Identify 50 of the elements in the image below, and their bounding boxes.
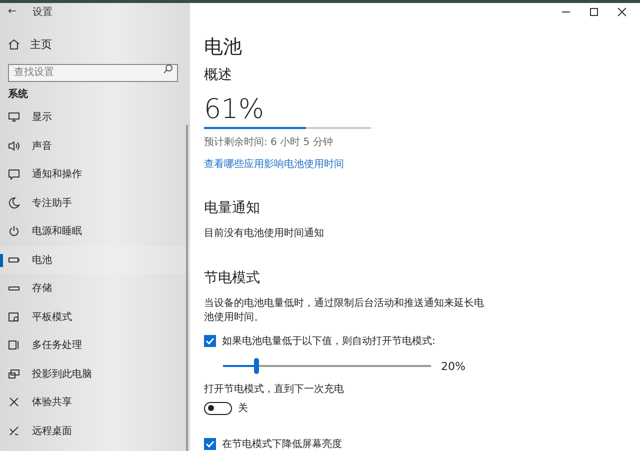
toggle-state: 关 [238,402,248,415]
toggle-switch[interactable] [204,402,232,414]
window-title: 设置 [32,6,52,18]
slider-value: 20% [441,360,466,372]
sidebar-item[interactable]: 存储 [0,274,190,302]
checkbox-label: 如果电池电量低于以下值，则自动打开节电模式: [222,334,436,348]
section-heading: 电量通知 [204,199,261,217]
toggle-label: 打开节电模式，直到下一次充电 [204,383,345,397]
sidebar-item[interactable]: 声音 [0,132,190,160]
notification-status: 目前没有电池使用时间通知 [204,227,325,241]
projection-icon [8,368,20,380]
saver-description: 当设备的电池电量低时，通过限制后台活动和推送通知来延长电池使用时间。 [204,297,485,325]
battery-usage-link[interactable]: 查看哪些应用影响电池使用时间 [204,157,344,171]
home-icon [8,38,20,50]
home-nav-item[interactable]: 主页 [0,34,190,54]
sidebar-item[interactable]: 通知和操作 [0,160,190,188]
search-icon [163,64,173,74]
close-icon [617,6,627,16]
section-heading: 系统 [7,88,29,102]
back-arrow[interactable]: ← [8,6,16,17]
sidebar-item[interactable]: 平板模式 [0,302,190,331]
remote-arrows-icon [8,424,20,437]
checkbox-label: 在节电模式下降低屏幕亮度 [222,438,342,451]
section-heading: 节电模式 [204,269,261,287]
speaker-icon [8,140,20,152]
threshold-slider[interactable] [223,358,431,374]
sidebar-item[interactable]: 投影到此电脑 [0,360,190,388]
moon-icon [8,196,20,209]
multitask-icon [8,339,20,352]
sidebar-item[interactable]: 电池 [0,246,190,274]
tablet-icon [8,310,20,323]
page-title: 电池 [204,35,243,58]
sidebar-item[interactable]: 多任务处理 [0,331,190,360]
maximize-icon [589,6,599,16]
checkbox[interactable] [204,335,216,347]
section-heading: 概述 [204,66,233,84]
sidebar-item[interactable]: 电源和睡眠 [0,217,190,246]
search-field[interactable]: 查找设置 [8,64,178,82]
sidebar-item[interactable]: 远程桌面 [0,416,190,445]
sidebar-item[interactable]: 体验共享 [0,388,190,416]
remaining-time: 预计剩余时间: 6 小时 5 分钟 [204,136,334,149]
checkbox[interactable] [204,438,216,450]
sidebar-item[interactable]: 专注助手 [0,188,190,217]
sidebar-item[interactable]: 显示 [0,103,190,132]
cross-arrows-icon [8,396,20,408]
monitor-icon [8,111,20,124]
slider-thumb[interactable] [254,358,260,374]
power-icon [8,225,20,238]
speech-bubble-icon [8,168,20,180]
battery-percent: 61% [204,94,266,125]
